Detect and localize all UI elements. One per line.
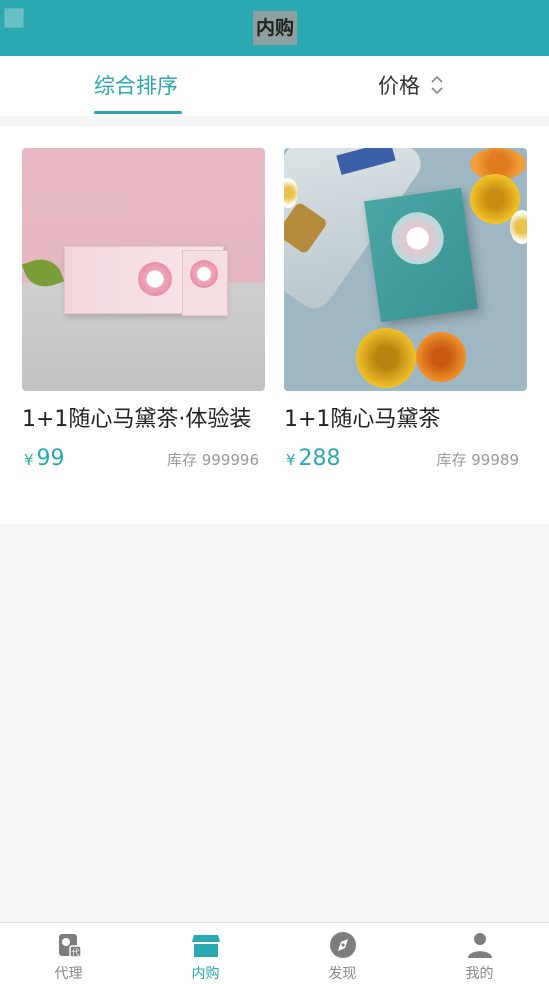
shop-icon	[191, 931, 221, 959]
tabbar-label: 代理	[54, 966, 83, 982]
product-grid: 1+1随心马黛茶·体验装 ¥99 库存 999996 1+1随心马黛茶 ¥288	[0, 126, 549, 524]
product-image[interactable]	[284, 148, 527, 391]
product-name[interactable]: 1+1随心马黛茶	[284, 403, 527, 437]
tab-label: 综合排序	[94, 74, 178, 98]
tabbar-label: 内购	[191, 966, 220, 982]
product-card[interactable]: 1+1随心马黛茶 ¥288 库存 99989	[284, 148, 527, 479]
price-value: 99	[36, 446, 65, 471]
product-name[interactable]: 1+1随心马黛茶·体验装	[22, 403, 265, 437]
sort-tabs: 综合排序 价格	[0, 56, 549, 116]
back-button[interactable]	[4, 8, 24, 28]
tabbar-item-agent[interactable]: 代 代理	[0, 923, 137, 984]
tab-price-sort[interactable]: 价格	[378, 56, 443, 116]
product-price: ¥99	[24, 443, 65, 476]
price-value: 288	[298, 446, 341, 471]
currency-symbol: ¥	[286, 451, 296, 469]
tab-label: 价格	[378, 74, 420, 98]
active-tab-indicator	[94, 111, 182, 114]
product-price: ¥288	[286, 443, 341, 476]
product-card[interactable]: 1+1随心马黛茶·体验装 ¥99 库存 999996	[22, 148, 265, 479]
tabbar-item-profile[interactable]: 我的	[411, 923, 548, 984]
tabbar-label: 我的	[465, 966, 494, 982]
product-image[interactable]	[22, 148, 265, 391]
sort-arrows-icon	[430, 73, 444, 97]
tabbar-label: 发现	[328, 966, 357, 982]
compass-icon	[328, 931, 358, 959]
product-stock: 库存 99989	[436, 451, 520, 469]
tab-comprehensive-sort[interactable]: 综合排序	[94, 56, 182, 116]
user-icon	[465, 931, 495, 959]
page-title: 内购	[253, 11, 298, 45]
currency-symbol: ¥	[24, 451, 34, 469]
svg-text:代: 代	[72, 947, 80, 957]
bottom-tab-bar: 代 代理 内购 发现 我的	[0, 922, 549, 984]
tabbar-item-discover[interactable]: 发现	[274, 923, 411, 984]
product-stock: 库存 999996	[166, 451, 259, 469]
agent-icon: 代	[54, 931, 84, 959]
tabbar-item-shop[interactable]: 内购	[137, 923, 274, 984]
app-header: 内购	[0, 0, 549, 56]
